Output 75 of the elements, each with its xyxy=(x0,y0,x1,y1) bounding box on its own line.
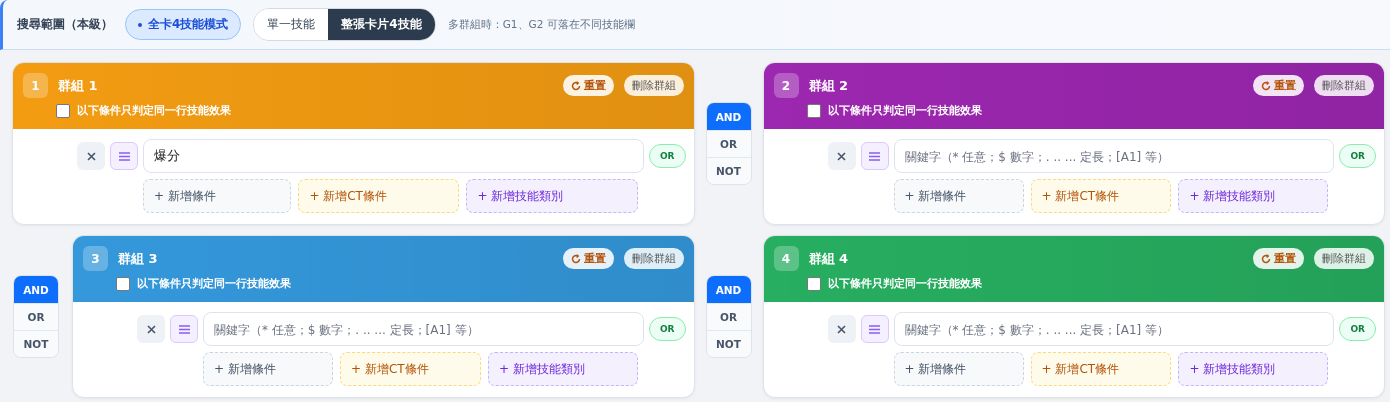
add-ct-condition-button[interactable]: + 新增CT條件 xyxy=(298,179,460,213)
menu-icon xyxy=(869,151,880,161)
keyword-field[interactable]: 關鍵字（* 任意；$ 數字；. .. ... 定長；[A1] 等） xyxy=(893,139,1335,173)
delete-group-button[interactable]: 刪除群組 xyxy=(623,75,684,96)
group-title: 群組 2 xyxy=(808,76,850,95)
keyword-field[interactable]: 關鍵字（* 任意；$ 數字；. .. ... 定長；[A1] 等） xyxy=(203,312,644,346)
remove-button[interactable] xyxy=(827,142,856,170)
scope-label: 搜尋範圍（本級） xyxy=(17,16,113,33)
mode-chip: 全卡4技能模式 xyxy=(125,9,242,40)
add-category-button[interactable]: + 新增技能類別 xyxy=(1178,179,1328,213)
delete-group-button[interactable]: 刪除群組 xyxy=(623,248,684,269)
checkbox-label: 以下條件只判定同一行技能效果 xyxy=(827,103,982,118)
checkbox-label: 以下條件只判定同一行技能效果 xyxy=(77,103,231,118)
logic-toggle[interactable]: OR xyxy=(648,144,686,168)
logic-toggle[interactable]: OR xyxy=(1339,144,1376,168)
menu-icon xyxy=(869,324,880,334)
add-condition-button[interactable]: + 新增條件 xyxy=(203,352,334,386)
add-category-button[interactable]: + 新增技能類別 xyxy=(1178,352,1328,386)
group-title: 群組 4 xyxy=(808,249,850,268)
logic-toggle[interactable]: OR xyxy=(1339,317,1376,341)
delete-group-button[interactable]: 刪除群組 xyxy=(1314,248,1374,269)
group-number: 4 xyxy=(773,246,799,271)
checkbox[interactable] xyxy=(116,276,130,291)
keyword-field[interactable]: 關鍵字（* 任意；$ 數字；. .. ... 定長；[A1] 等） xyxy=(893,312,1335,346)
menu-button[interactable] xyxy=(170,315,198,343)
remove-button[interactable] xyxy=(137,315,165,343)
add-condition-button[interactable]: + 新增條件 xyxy=(143,179,292,213)
logic-option[interactable]: AND xyxy=(706,276,751,303)
group-number: 3 xyxy=(83,246,108,271)
refresh-icon xyxy=(1261,253,1271,264)
add-ct-condition-button[interactable]: + 新增CT條件 xyxy=(1030,352,1172,386)
menu-button[interactable] xyxy=(860,142,889,170)
add-condition-button[interactable]: + 新增條件 xyxy=(893,352,1024,386)
logic-option[interactable]: AND xyxy=(706,103,751,130)
close-icon xyxy=(837,151,846,161)
add-category-button[interactable]: + 新增技能類別 xyxy=(487,352,638,386)
logic-option[interactable]: NOT xyxy=(706,157,751,184)
add-ct-condition-button[interactable]: + 新增CT條件 xyxy=(340,352,481,386)
group-number: 1 xyxy=(23,73,48,98)
checkbox[interactable] xyxy=(806,103,821,118)
checkbox-label: 以下條件只判定同一行技能效果 xyxy=(827,276,982,291)
keyword-field[interactable]: 爆分 xyxy=(143,139,644,173)
reset-button[interactable]: 重置 xyxy=(1253,75,1304,96)
hint-text: 多群組時：G1、G2 可落在不同技能欄 xyxy=(447,17,635,32)
refresh-icon xyxy=(570,253,581,264)
scope-option[interactable]: 整張卡片4技能 xyxy=(328,9,435,40)
menu-icon xyxy=(118,151,130,161)
reset-button[interactable]: 重置 xyxy=(562,75,614,96)
remove-button[interactable] xyxy=(77,142,105,170)
group-title: 群組 3 xyxy=(118,249,159,268)
remove-button[interactable] xyxy=(827,315,856,343)
refresh-icon xyxy=(1261,80,1271,91)
checkbox[interactable] xyxy=(806,276,821,291)
close-icon xyxy=(86,151,96,161)
reset-button[interactable]: 重置 xyxy=(562,248,614,269)
group-number: 2 xyxy=(773,73,799,98)
group-title: 群組 1 xyxy=(58,76,99,95)
menu-button[interactable] xyxy=(110,142,138,170)
logic-toggle[interactable]: OR xyxy=(648,317,686,341)
logic-option[interactable]: AND xyxy=(14,276,58,303)
checkbox-label: 以下條件只判定同一行技能效果 xyxy=(137,276,291,291)
menu-icon xyxy=(178,324,190,334)
logic-option[interactable]: NOT xyxy=(706,330,751,357)
add-condition-button[interactable]: + 新增條件 xyxy=(893,179,1024,213)
logic-option[interactable]: NOT xyxy=(14,330,58,357)
menu-button[interactable] xyxy=(860,315,889,343)
checkbox[interactable] xyxy=(56,103,70,118)
add-category-button[interactable]: + 新增技能類別 xyxy=(466,179,638,213)
refresh-icon xyxy=(570,80,581,91)
add-ct-condition-button[interactable]: + 新增CT條件 xyxy=(1030,179,1172,213)
close-icon xyxy=(146,324,156,334)
delete-group-button[interactable]: 刪除群組 xyxy=(1314,75,1374,96)
close-icon xyxy=(837,324,846,334)
dot-icon xyxy=(138,22,142,27)
reset-button[interactable]: 重置 xyxy=(1253,248,1304,269)
